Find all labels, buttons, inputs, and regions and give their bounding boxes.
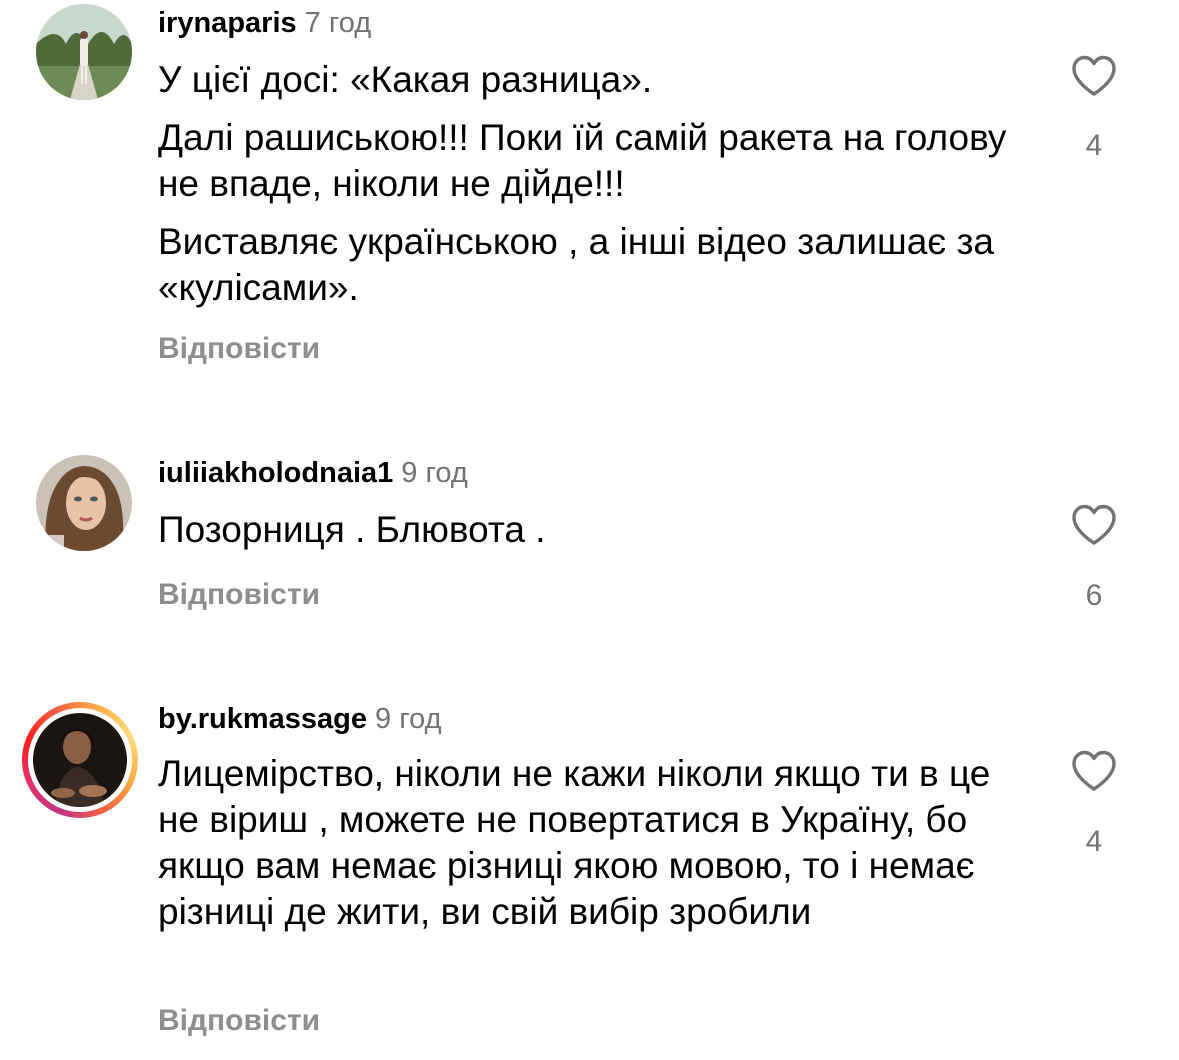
comment-text: У цієї досі: «Какая разница». Далі рашис… [158,57,1038,311]
comment-header: by.rukmassage 9 год [158,701,442,737]
comment-paragraph: Лицемірство, ніколи не кажи ніколи якщо … [158,753,991,932]
timestamp: 7 год [304,7,372,39]
comment-header: iuliiakholodnaia1 9 год [158,455,468,491]
avatar [33,713,127,807]
reply-button[interactable]: Відповісти [158,577,320,613]
like-count: 6 [1085,579,1103,612]
heart-outline-icon[interactable] [1070,749,1118,793]
comment-paragraph: Виставляє українською , а інші відео зал… [158,221,995,308]
comment-text: Лицемірство, ніколи не кажи ніколи якщо … [158,751,1038,935]
timestamp: 9 год [401,457,468,489]
comment-paragraph: У цієї досі: «Какая разница». [158,59,653,100]
story-ring[interactable] [22,702,138,818]
heart-outline-icon[interactable] [1070,54,1118,98]
avatar[interactable] [36,455,132,551]
avatar[interactable] [36,4,132,100]
reply-button[interactable]: Відповісти [158,1003,320,1039]
avatar-image [33,713,127,807]
username[interactable]: irynaparis [158,7,297,39]
heart-outline-icon[interactable] [1070,503,1118,547]
like-count: 4 [1085,129,1103,162]
comment-paragraph: Далі рашиською!!! Поки їй самій ракета н… [158,117,1007,204]
comment-paragraph: Позорниця . Блювота . [158,509,546,550]
username[interactable]: iuliiakholodnaia1 [158,457,393,489]
comment-header: irynaparis 7 год [158,5,371,41]
like-count: 4 [1085,825,1103,858]
avatar-image [36,4,132,100]
reply-button[interactable]: Відповісти [158,331,320,367]
comment-text: Позорниця . Блювота . [158,507,1038,553]
username[interactable]: by.rukmassage [158,703,367,735]
avatar-image [36,455,132,551]
timestamp: 9 год [375,703,442,735]
